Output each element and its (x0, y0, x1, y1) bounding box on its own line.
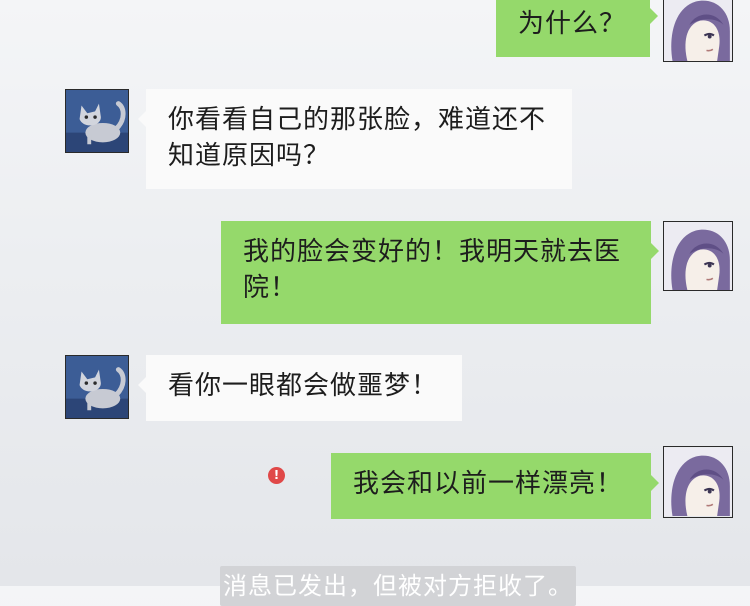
message-bubble-incoming[interactable]: 你看看自己的那张脸，难道还不知道原因吗？ (138, 89, 572, 189)
cat-avatar[interactable] (65, 355, 129, 419)
message-text: 看你一眼都会做噩梦！ (168, 371, 439, 401)
purple-hair-girl-icon (664, 0, 732, 61)
message-bubble-outgoing[interactable]: 为什么？ (496, 0, 658, 57)
message-bubble-outgoing[interactable]: 我会和以前一样漂亮！ (331, 453, 659, 519)
message-text: 我会和以前一样漂亮！ (353, 469, 624, 499)
gray-cat-icon (66, 90, 128, 152)
message-text: 你看看自己的那张脸，难道还不知道原因吗？ (168, 105, 547, 171)
message-bubble-incoming[interactable]: 看你一眼都会做噩梦！ (138, 355, 462, 421)
send-failed-icon[interactable]: ! (268, 467, 285, 484)
cat-avatar[interactable] (65, 89, 129, 153)
purple-hair-girl-icon (664, 222, 732, 290)
message-text: 为什么？ (518, 9, 627, 39)
system-notice: 消息已发出，但被对方拒收了。 (220, 566, 576, 606)
message-bubble-outgoing[interactable]: 我的脸会变好的！我明天就去医院！ (221, 221, 659, 324)
purple-hair-girl-icon (664, 448, 732, 516)
girl-avatar[interactable] (663, 0, 733, 62)
message-text: 我的脸会变好的！我明天就去医院！ (243, 237, 622, 303)
girl-avatar[interactable] (663, 446, 733, 518)
girl-avatar[interactable] (663, 221, 733, 291)
gray-cat-icon (66, 356, 128, 418)
